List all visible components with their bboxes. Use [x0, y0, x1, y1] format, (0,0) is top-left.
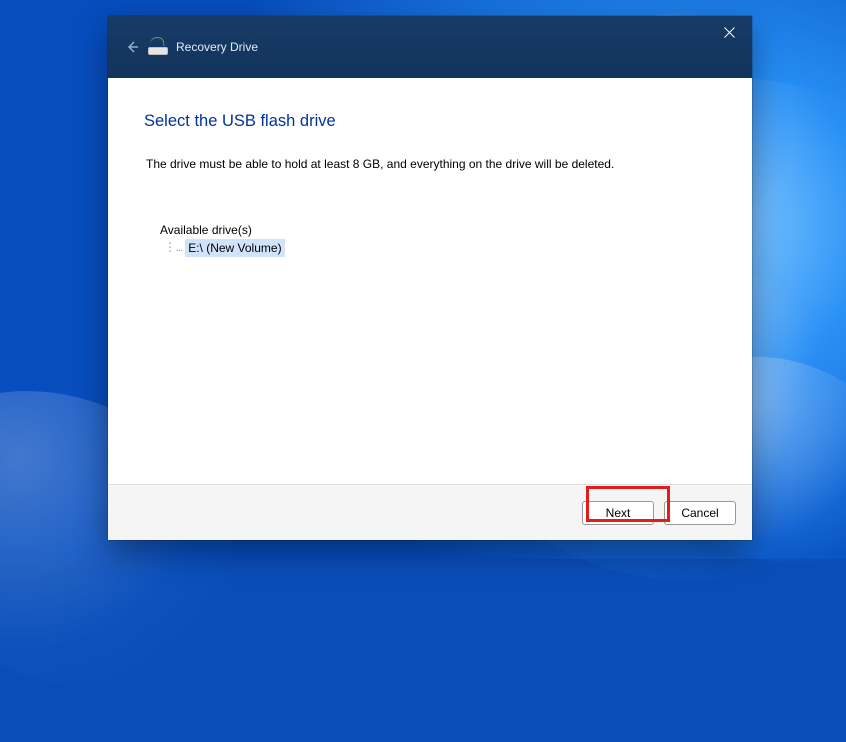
- dialog-footer: Next Cancel: [108, 484, 752, 540]
- page-heading: Select the USB flash drive: [144, 112, 716, 131]
- drive-item-label: E:\ (New Volume): [185, 239, 284, 257]
- page-description: The drive must be able to hold at least …: [146, 157, 716, 171]
- recovery-drive-icon: [148, 39, 168, 55]
- close-button[interactable]: [706, 16, 752, 48]
- window-title: Recovery Drive: [176, 40, 258, 54]
- tree-branch-icon: ⋮…: [164, 241, 183, 255]
- available-drives-label: Available drive(s): [160, 223, 716, 237]
- dialog-content: Select the USB flash drive The drive mus…: [108, 78, 752, 484]
- drive-list-item[interactable]: ⋮… E:\ (New Volume): [164, 239, 716, 257]
- next-button[interactable]: Next: [582, 501, 654, 525]
- cancel-button[interactable]: Cancel: [664, 501, 736, 525]
- recovery-drive-dialog: Recovery Drive Select the USB flash driv…: [108, 16, 752, 540]
- titlebar: Recovery Drive: [108, 16, 752, 78]
- back-arrow-icon[interactable]: [120, 35, 144, 59]
- available-drives-section: Available drive(s) ⋮… E:\ (New Volume): [160, 223, 716, 257]
